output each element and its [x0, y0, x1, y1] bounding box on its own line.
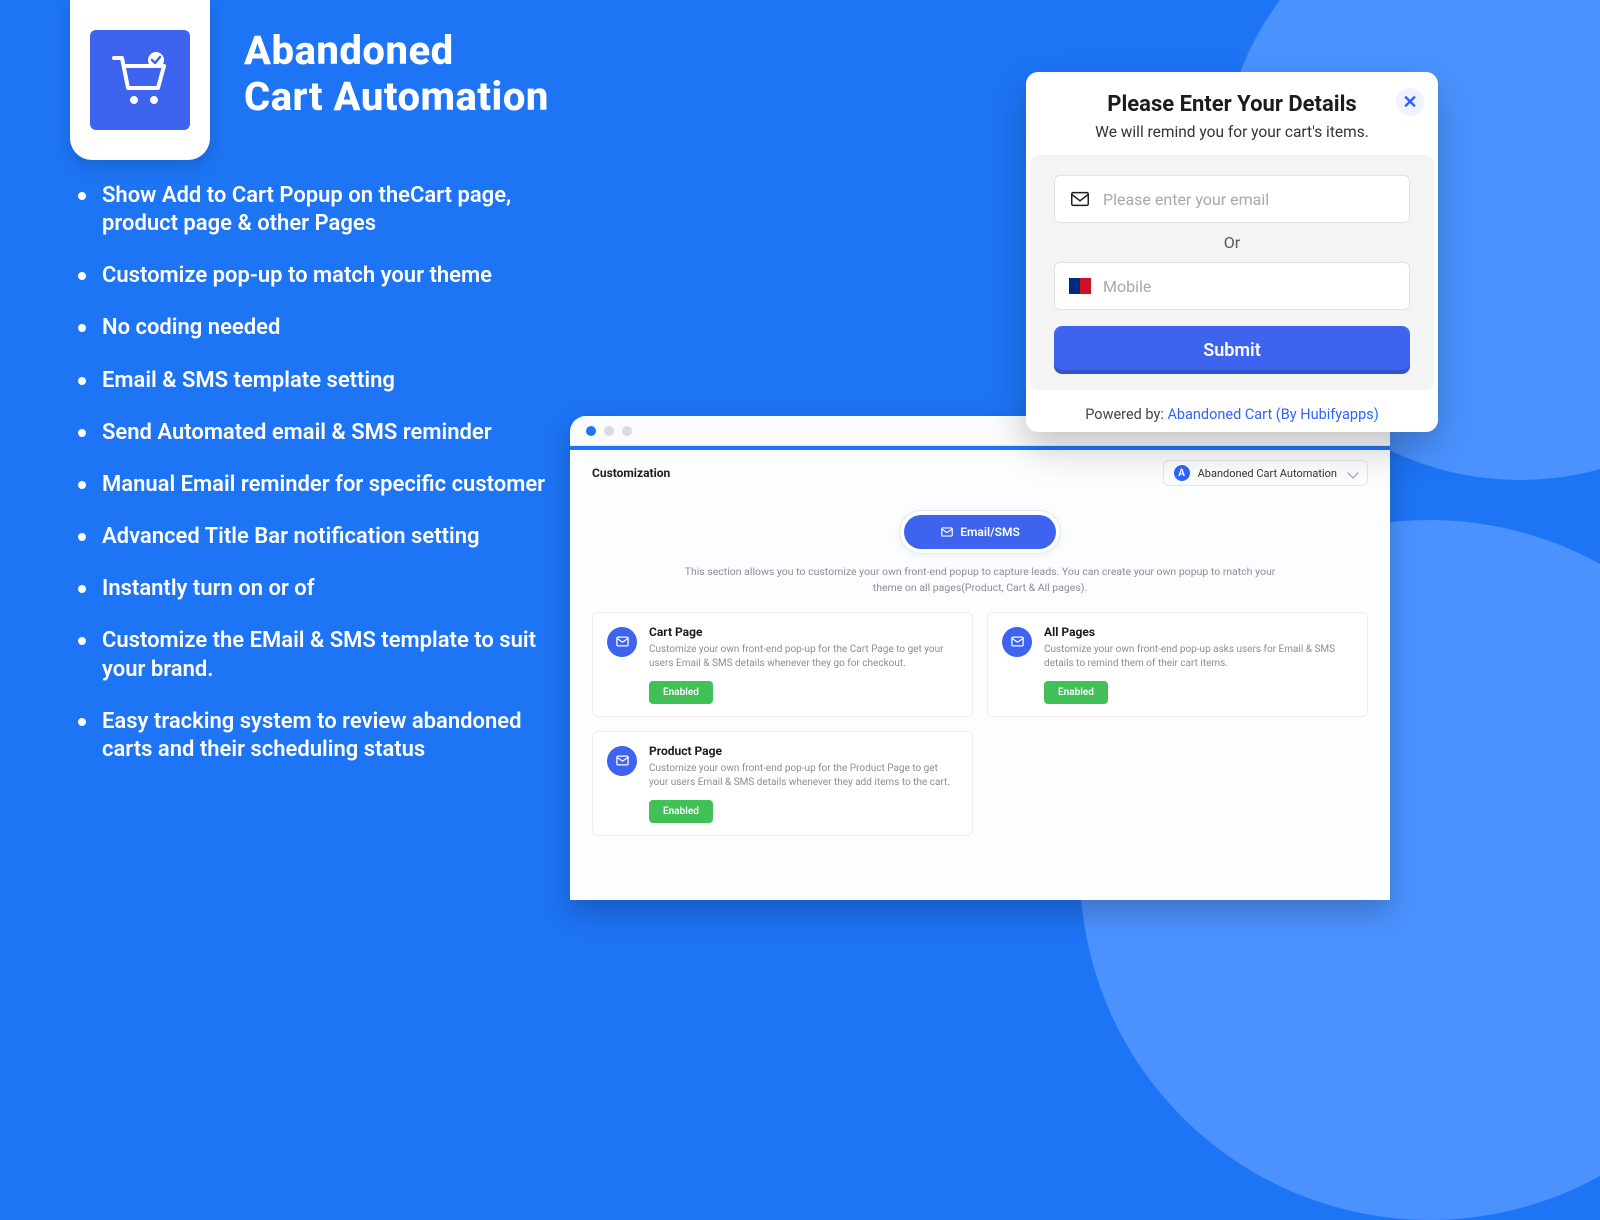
mail-circle-icon [607, 627, 637, 657]
country-flag-icon[interactable] [1069, 278, 1091, 294]
store-badge-icon: A [1174, 465, 1190, 481]
chevron-down-icon [1347, 467, 1358, 478]
list-item: Easy tracking system to review abandoned… [78, 708, 563, 764]
list-item: Show Add to Cart Popup on theCart page, … [78, 182, 563, 238]
card-product-page: Product Page Customize your own front-en… [592, 731, 973, 836]
list-item: Advanced Title Bar notification setting [78, 523, 563, 551]
logo-card [70, 0, 210, 160]
list-item: Instantly turn on or of [78, 575, 563, 603]
card-desc: Customize your own front-end pop-up for … [649, 643, 958, 672]
enabled-button[interactable]: Enabled [1044, 681, 1108, 704]
powered-by-label: Powered by: [1085, 406, 1167, 423]
mail-circle-icon [607, 746, 637, 776]
mail-icon [940, 525, 954, 539]
traffic-light-dot [586, 426, 596, 436]
list-item: Email & SMS template setting [78, 367, 563, 395]
dashboard-window: Customization A Abandoned Cart Automatio… [570, 416, 1390, 900]
store-name-label: Abandoned Cart Automation [1198, 467, 1337, 480]
list-item: Customize the EMail & SMS template to su… [78, 627, 563, 683]
list-item: Send Automated email & SMS reminder [78, 419, 563, 447]
store-selector[interactable]: A Abandoned Cart Automation [1163, 460, 1368, 486]
card-title: All Pages [1044, 625, 1353, 639]
feature-list: Show Add to Cart Popup on theCart page, … [78, 182, 563, 788]
card-cart-page: Cart Page Customize your own front-end p… [592, 612, 973, 717]
card-desc: Customize your own front-end pop-up asks… [1044, 643, 1353, 672]
mail-icon [1069, 188, 1091, 210]
section-description: This section allows you to customize you… [570, 564, 1390, 606]
email-field[interactable] [1103, 190, 1395, 209]
popup-footer: Powered by: Abandoned Cart (By Hubifyapp… [1026, 398, 1438, 437]
mail-circle-icon [1002, 627, 1032, 657]
cart-icon [108, 48, 172, 112]
list-item: Manual Email reminder for specific custo… [78, 471, 563, 499]
card-desc: Customize your own front-end pop-up for … [649, 762, 958, 791]
tab-label: Email/SMS [960, 525, 1020, 539]
email-field-wrap[interactable] [1054, 175, 1410, 223]
traffic-light-dot [604, 426, 614, 436]
list-item: Customize pop-up to match your theme [78, 262, 563, 290]
enabled-button[interactable]: Enabled [649, 800, 713, 823]
page-title: Abandoned Cart Automation [244, 28, 549, 120]
tab-email-sms[interactable]: Email/SMS [904, 515, 1056, 549]
traffic-light-dot [622, 426, 632, 436]
title-line-1: Abandoned [244, 28, 549, 74]
close-icon: ✕ [1402, 92, 1417, 113]
card-title: Product Page [649, 744, 958, 758]
submit-button[interactable]: Submit [1054, 326, 1410, 374]
close-button[interactable]: ✕ [1396, 88, 1424, 116]
enabled-button[interactable]: Enabled [649, 681, 713, 704]
capture-popup: Please Enter Your Details We will remind… [1026, 72, 1438, 432]
card-all-pages: All Pages Customize your own front-end p… [987, 612, 1368, 717]
or-separator: Or [1054, 233, 1410, 252]
breadcrumb: Customization [592, 466, 670, 480]
card-title: Cart Page [649, 625, 958, 639]
segmented-control: Email/SMS [899, 510, 1061, 554]
mobile-field[interactable] [1103, 277, 1395, 296]
powered-by-link[interactable]: Abandoned Cart (By Hubifyapps) [1167, 406, 1378, 423]
title-line-2: Cart Automation [244, 74, 549, 120]
popup-subtitle: We will remind you for your cart's items… [1046, 123, 1418, 141]
mobile-field-wrap[interactable] [1054, 262, 1410, 310]
list-item: No coding needed [78, 314, 563, 342]
app-logo [90, 30, 190, 130]
popup-title: Please Enter Your Details [1046, 92, 1418, 117]
